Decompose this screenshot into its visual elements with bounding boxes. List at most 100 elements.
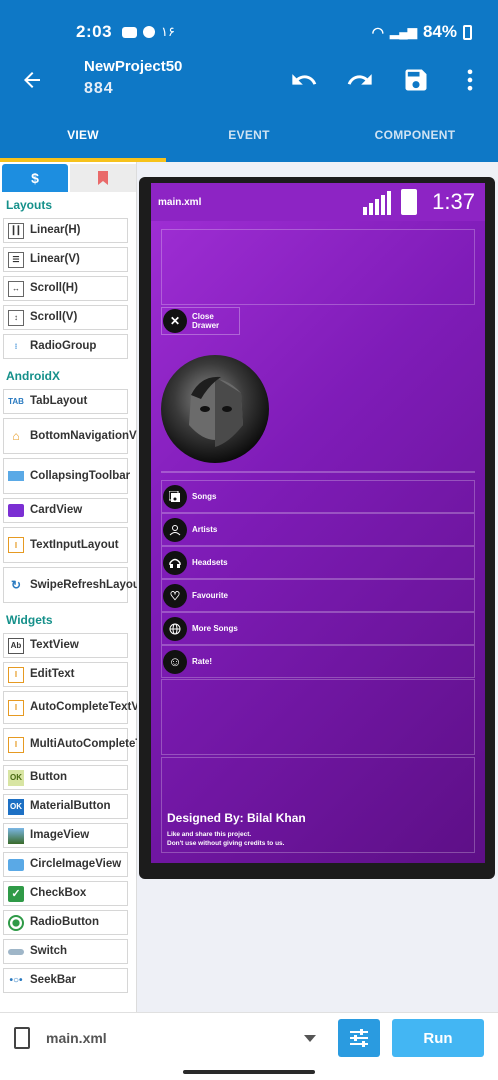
palette-item-edittext[interactable]: I EditText	[3, 662, 128, 687]
menu-item-artists-label: Artists	[192, 525, 218, 534]
project-title: NewProject50	[84, 58, 183, 75]
status-right: ◠ ▂▄▆ 84%	[372, 22, 472, 42]
run-button[interactable]: Run	[392, 1019, 484, 1057]
redo-icon[interactable]	[346, 66, 374, 94]
palette-item-imageview[interactable]: ImageView	[3, 823, 128, 848]
tune-icon	[350, 1029, 368, 1047]
undo-icon[interactable]	[290, 66, 318, 94]
phone-frame: main.xml 1:37 ✕ Close Drawer Songs Artis…	[139, 177, 495, 879]
menu-item-rate[interactable]: ☺ Rate!	[161, 645, 475, 678]
tab-view[interactable]: VIEW	[0, 108, 166, 162]
palette-item-scroll-v[interactable]: ↕ Scroll(V)	[3, 305, 128, 330]
palette-item-bottomnavigationview[interactable]: ⌂ BottomNavigationView	[3, 418, 155, 454]
button-icon: OK	[8, 769, 24, 786]
palette-item-textview[interactable]: Ab TextView	[3, 633, 128, 658]
multiautocomplete-icon: I	[8, 736, 24, 753]
headset-icon	[163, 550, 187, 575]
menu-item-more-songs-label: More Songs	[192, 624, 238, 633]
linear-v-icon: ☰	[8, 251, 24, 268]
person-icon	[163, 517, 187, 542]
menu-item-favourite[interactable]: ♡ Favourite	[161, 579, 475, 612]
tab-event[interactable]: EVENT	[166, 108, 332, 162]
cardview-icon	[8, 504, 24, 517]
palette-item-cardview[interactable]: CardView	[3, 498, 128, 523]
globe-icon	[163, 616, 187, 641]
palette-item-circleimageview[interactable]: CircleImageView	[3, 852, 128, 877]
section-layouts: Layouts	[6, 198, 53, 212]
menu-item-rate-label: Rate!	[192, 657, 213, 666]
palette-item-tablayout[interactable]: TAB TabLayout	[3, 389, 128, 414]
smile-icon: ☺	[163, 649, 187, 674]
file-dropdown-icon[interactable]	[304, 1035, 316, 1042]
more-vert-icon[interactable]	[456, 66, 484, 94]
palette-item-textinputlayout[interactable]: I TextInputLayout	[3, 527, 128, 563]
scroll-h-icon: ↔	[8, 280, 24, 297]
preview-clock: 1:37	[432, 189, 475, 214]
menu-item-songs[interactable]: Songs	[161, 480, 475, 513]
menu-item-songs-label: Songs	[192, 492, 217, 501]
palette-item-button[interactable]: OK Button	[3, 765, 128, 790]
current-file[interactable]: main.xml	[46, 1030, 107, 1046]
project-id: 884	[84, 80, 114, 97]
palette-item-materialbutton[interactable]: OK MaterialButton	[3, 794, 128, 819]
palette-item-swiperefreshlayout[interactable]: ↻ SwipeRefreshLayout	[3, 567, 144, 603]
palette-item-radiogroup[interactable]: ⁝ RadioGroup	[3, 334, 128, 359]
bookmark-icon	[98, 171, 108, 185]
close-drawer-label: Close Drawer	[192, 312, 220, 330]
profile-avatar	[161, 355, 269, 463]
library-music-icon	[163, 484, 187, 509]
design-canvas: main.xml 1:37 ✕ Close Drawer Songs Artis…	[137, 162, 498, 1012]
save-icon[interactable]	[402, 66, 430, 94]
palette-tab-widgets[interactable]: $	[2, 164, 68, 192]
app-toolbar: NewProject50 884	[0, 52, 498, 108]
signal-icon: ▂▄▆	[390, 25, 417, 39]
palette-item-multiautocompletetextview[interactable]: I MultiAutoCompleteTextView	[3, 728, 184, 761]
status-extra: ۱۶	[161, 24, 175, 39]
tablayout-icon: TAB	[8, 397, 24, 406]
palette-item-scroll-h[interactable]: ↔ Scroll(H)	[3, 276, 128, 301]
menu-item-headsets[interactable]: Headsets	[161, 546, 475, 579]
tab-component[interactable]: COMPONENT	[332, 108, 498, 162]
preview-screen[interactable]: main.xml 1:37 ✕ Close Drawer Songs Artis…	[151, 183, 485, 863]
footer-line-1: Like and share this project.	[167, 831, 252, 838]
preview-battery-icon	[401, 189, 417, 215]
imageview-icon	[8, 827, 24, 844]
section-widgets: Widgets	[6, 613, 53, 627]
footer-line-2: Don't use without giving credits to us.	[167, 840, 285, 847]
close-icon: ✕	[163, 309, 187, 333]
palette-item-autocompletetextview[interactable]: I AutoCompleteTextView	[3, 691, 157, 724]
section-androidx: AndroidX	[6, 369, 60, 383]
palette-item-linear-h[interactable]: ┃┃ Linear(H)	[3, 218, 128, 243]
avatar-face-image	[189, 376, 243, 447]
close-drawer-button[interactable]: ✕ Close Drawer	[161, 307, 240, 335]
battery-percent: 84%	[422, 22, 457, 41]
home-gesture-pill[interactable]	[183, 1070, 315, 1074]
home-icon: ⌂	[12, 429, 20, 443]
wifi-icon: ◠	[371, 23, 384, 40]
palette-item-seekbar[interactable]: •○• SeekBar	[3, 968, 128, 993]
youtube-icon	[122, 26, 137, 38]
palette-tabs: $	[0, 162, 136, 192]
drawer-header-box	[161, 229, 475, 305]
status-icons: ۱۶	[122, 24, 175, 40]
status-time: 2:03	[76, 22, 113, 41]
preview-appbar: main.xml 1:37	[151, 183, 485, 221]
palette-item-linear-v[interactable]: ☰ Linear(V)	[3, 247, 128, 272]
palette-item-radiobutton[interactable]: RadioButton	[3, 910, 128, 935]
palette-item-switch[interactable]: Switch	[3, 939, 128, 964]
seekbar-icon: •○•	[9, 975, 23, 986]
properties-button[interactable]	[338, 1019, 380, 1057]
scroll-v-icon: ↕	[8, 309, 24, 326]
menu-item-headsets-label: Headsets	[192, 558, 228, 567]
palette-item-collapsingtoolbar[interactable]: CollapsingToolbar	[3, 458, 130, 494]
palette-tab-bookmarks[interactable]	[70, 164, 136, 192]
palette-item-checkbox[interactable]: ✓ CheckBox	[3, 881, 128, 906]
footer-title: Designed By: Bilal Khan	[167, 811, 306, 825]
editor-tabs: VIEW EVENT COMPONENT	[0, 108, 498, 162]
menu-item-artists[interactable]: Artists	[161, 513, 475, 546]
preview-signal-icon	[363, 191, 391, 215]
collapsing-toolbar-icon	[8, 471, 24, 481]
back-arrow-icon[interactable]	[20, 68, 44, 92]
menu-item-more-songs[interactable]: More Songs	[161, 612, 475, 645]
linear-h-icon: ┃┃	[8, 222, 24, 239]
